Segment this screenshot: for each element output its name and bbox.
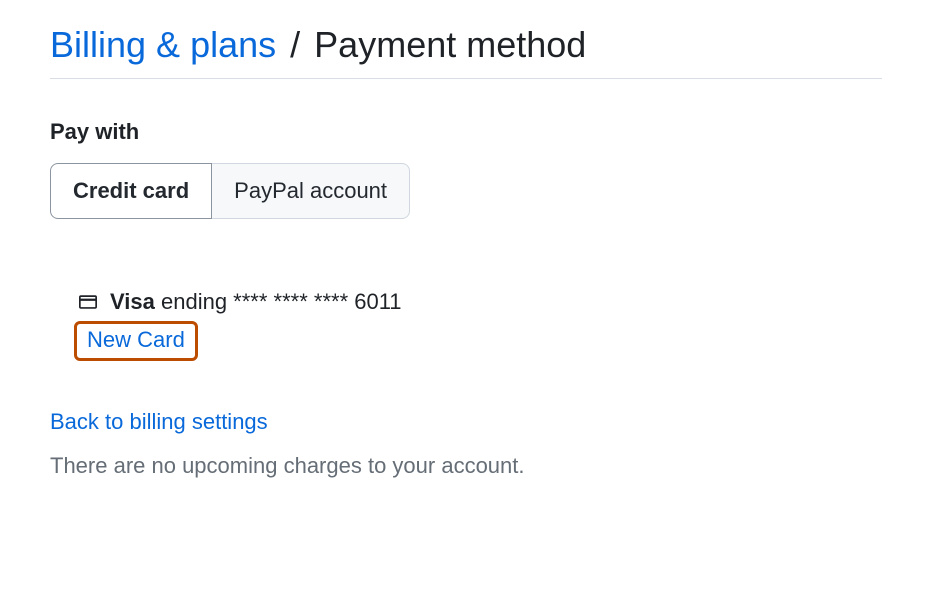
credit-card-icon	[76, 293, 100, 311]
card-brand: Visa	[110, 289, 155, 314]
breadcrumb-separator: /	[286, 24, 304, 65]
tab-credit-card[interactable]: Credit card	[50, 163, 212, 219]
card-summary: Visa ending **** **** **** 6011	[110, 289, 402, 315]
breadcrumb: Billing & plans / Payment method	[50, 24, 882, 66]
tab-paypal[interactable]: PayPal account	[212, 163, 410, 219]
breadcrumb-current: Payment method	[314, 24, 586, 65]
upcoming-charges-note: There are no upcoming charges to your ac…	[50, 453, 882, 479]
new-card-button[interactable]: New Card	[87, 327, 185, 352]
back-to-billing-link[interactable]: Back to billing settings	[50, 409, 268, 435]
new-card-highlight: New Card	[74, 321, 882, 361]
pay-with-heading: Pay with	[50, 119, 882, 145]
breadcrumb-parent-link[interactable]: Billing & plans	[50, 24, 276, 65]
payment-method-tabs: Credit card PayPal account	[50, 163, 410, 219]
card-ending: ending **** **** **** 6011	[161, 289, 402, 314]
header-divider	[50, 78, 882, 79]
saved-card-row: Visa ending **** **** **** 6011	[76, 289, 882, 315]
